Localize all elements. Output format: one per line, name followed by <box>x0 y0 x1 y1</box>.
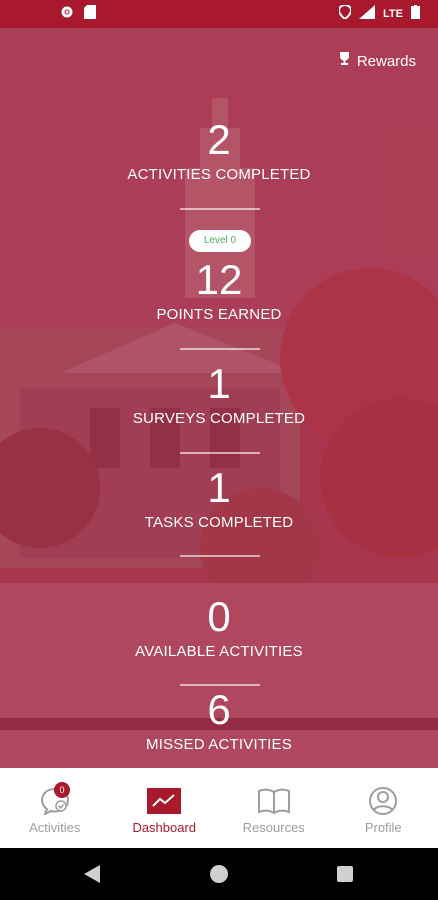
rewards-label: Rewards <box>356 52 416 70</box>
divider <box>180 555 260 557</box>
stat-label: ACTIVITIES COMPLETED <box>127 166 311 183</box>
battery-icon <box>411 5 420 22</box>
nav-label: Resources <box>242 820 305 835</box>
stat-surveys-completed: 1 SURVEYS COMPLETED <box>0 362 438 428</box>
back-icon[interactable] <box>84 865 100 888</box>
stat-label: TASKS COMPLETED <box>144 514 294 531</box>
stat-points-earned: 12 POINTS EARNED <box>0 258 438 324</box>
system-nav-bar <box>0 848 438 900</box>
activities-count-badge: 0 <box>54 782 70 798</box>
nav-activities[interactable]: 0 Activities <box>0 768 110 848</box>
stat-value: 1 <box>207 464 231 511</box>
level-badge: Level 0 <box>189 230 251 252</box>
divider <box>180 208 260 210</box>
network-type: LTE <box>383 7 403 20</box>
status-bar: LTE <box>0 0 438 28</box>
chart-icon <box>147 786 182 816</box>
stat-label: AVAILABLE ACTIVITIES <box>135 643 303 660</box>
stat-label: SURVEYS COMPLETED <box>132 410 306 427</box>
sd-card-icon <box>84 5 96 24</box>
nav-dashboard[interactable]: Dashboard <box>110 768 220 848</box>
nav-resources[interactable]: Resources <box>219 768 329 848</box>
stat-available-activities: 0 AVAILABLE ACTIVITIES <box>0 595 438 661</box>
divider <box>180 348 260 350</box>
nav-label: Dashboard <box>132 820 197 835</box>
person-icon <box>366 786 400 816</box>
settings-icon <box>60 5 74 24</box>
stat-activities-completed: 2 ACTIVITIES COMPLETED <box>0 118 438 184</box>
stat-label: POINTS EARNED <box>156 306 282 323</box>
stat-value: 1 <box>207 360 231 407</box>
book-icon <box>257 786 291 816</box>
nav-profile[interactable]: Profile <box>329 768 438 848</box>
stat-tasks-completed: 1 TASKS COMPLETED <box>0 466 438 532</box>
nav-label: Activities <box>29 820 81 835</box>
recents-icon[interactable] <box>337 866 353 882</box>
rewards-button[interactable]: Rewards <box>338 52 416 70</box>
stat-value: 0 <box>207 593 231 640</box>
location-icon <box>338 3 353 22</box>
stat-value: 12 <box>195 256 243 303</box>
stat-label: MISSED ACTIVITIES <box>146 736 292 753</box>
stat-missed-activities: 6 MISSED ACTIVITIES <box>0 688 438 754</box>
trophy-icon <box>338 52 351 70</box>
stat-value: 2 <box>207 116 231 163</box>
bottom-nav: 0 Activities Dashboard Resources Profile <box>0 768 438 848</box>
signal-icon <box>359 5 376 22</box>
home-icon[interactable] <box>210 865 228 883</box>
stat-value: 6 <box>207 686 231 733</box>
divider <box>180 452 260 454</box>
dashboard-main: Rewards 2 ACTIVITIES COMPLETED Level 0 1… <box>0 28 438 768</box>
nav-label: Profile <box>364 820 402 835</box>
